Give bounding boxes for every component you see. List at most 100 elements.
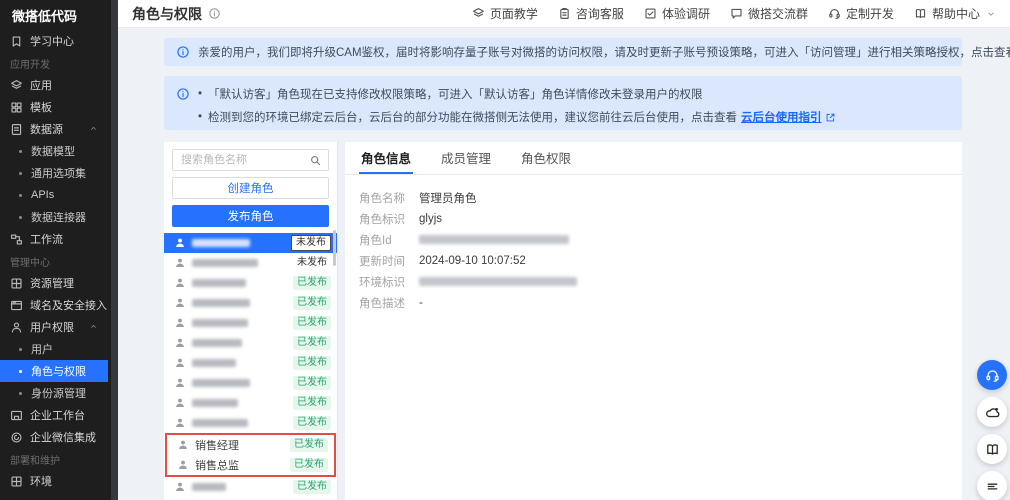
- bookmark-icon: [12, 35, 21, 47]
- role-list-item[interactable]: 已发布: [164, 333, 337, 353]
- book-icon: [915, 9, 926, 18]
- role-list-item[interactable]: 销售经理 已发布: [167, 435, 334, 455]
- person-icon: [176, 298, 184, 308]
- sidebar-item-apis[interactable]: APIs: [0, 184, 111, 206]
- nav-label: 微搭交流群: [747, 7, 808, 21]
- cam-upgrade-banner: 亲爱的用户，我们即将升级CAM鉴权，届时将影响存量子账号对微搭的访问权限，请及时…: [164, 38, 1010, 66]
- workflow-icon: [11, 233, 22, 245]
- detail-tabs: 角色信息 成员管理 角色权限: [345, 142, 962, 175]
- tab-role-permissions[interactable]: 角色权限: [519, 142, 573, 174]
- sidebar-item-resource-management[interactable]: 资源管理: [0, 272, 111, 294]
- status-badge: 已发布: [293, 316, 331, 330]
- headset-icon: [985, 369, 999, 382]
- banner-text: 亲爱的用户，我们即将升级CAM鉴权，届时将影响存量子账号对微搭的访问权限，请及时…: [198, 47, 1010, 59]
- sidebar-section-label: 部署和维护: [10, 455, 60, 467]
- search-icon[interactable]: [309, 154, 322, 167]
- redacted-role-name: [192, 259, 258, 267]
- fab-service-button[interactable]: [977, 360, 1007, 390]
- field-role-id: 角色Id: [359, 229, 948, 250]
- fab-cloud-button[interactable]: [977, 397, 1007, 427]
- role-list-item[interactable]: 已发布: [164, 393, 337, 413]
- person-icon: [176, 378, 184, 388]
- nav-custom-dev[interactable]: 定制开发: [828, 5, 894, 22]
- sidebar-item-enterprise-workspace[interactable]: 企业工作台: [0, 404, 111, 426]
- info-circle-icon: [176, 45, 190, 59]
- role-name: 销售总监: [195, 460, 239, 472]
- status-badge: 已发布: [293, 296, 331, 310]
- sidebar-item-learning-center[interactable]: 学习中心: [0, 30, 111, 52]
- notice-bullet-2: • 检测到您的环境已绑定云后台，云后台的部分功能在微搭侧无法使用，建议您前往云后台…: [198, 109, 836, 125]
- sidebar-item-users[interactable]: 用户: [0, 338, 111, 360]
- role-list-item[interactable]: 未发布: [164, 233, 337, 253]
- sidebar-item-label: 数据连接器: [31, 212, 86, 224]
- role-list-panel: 创建角色 发布角色 未发布未发布已发布已发布已发布已发布已发布已发布已发布已发布…: [164, 142, 338, 500]
- status-badge: 已发布: [293, 356, 331, 370]
- sidebar-item-user-permissions[interactable]: 用户权限: [0, 316, 111, 338]
- person-icon: [176, 318, 184, 328]
- role-list-item[interactable]: 已发布: [164, 413, 337, 433]
- publish-role-button[interactable]: 发布角色: [172, 205, 329, 227]
- role-list-item[interactable]: 已发布: [164, 477, 337, 497]
- sidebar-item-domain-security[interactable]: 域名及安全接入: [0, 294, 111, 316]
- sidebar-item-apps[interactable]: 应用: [0, 74, 111, 96]
- bullet-dot-icon: [19, 171, 22, 175]
- sidebar-item-workflow[interactable]: 工作流: [0, 228, 111, 250]
- top-nav: 页面教学 咨询客服 体验调研 微搭交流群 定制开发 帮助中心: [472, 5, 996, 22]
- sidebar-item-options-set[interactable]: 通用选项集: [0, 162, 111, 184]
- field-label: 角色Id: [359, 234, 392, 247]
- search-input[interactable]: [173, 150, 328, 170]
- sidebar-item-data-model[interactable]: 数据模型: [0, 140, 111, 162]
- sidebar-item-label: 企业微信集成: [30, 432, 96, 444]
- list-scrollbar-thumb[interactable]: [333, 230, 336, 266]
- nav-community-group[interactable]: 微搭交流群: [730, 5, 808, 22]
- bullet-dot-icon: [19, 347, 22, 351]
- person-icon: [179, 460, 187, 470]
- sidebar-item-label: 数据模型: [31, 146, 75, 158]
- nav-help-center[interactable]: 帮助中心: [914, 5, 996, 22]
- person-icon: [176, 338, 184, 348]
- create-role-button[interactable]: 创建角色: [172, 177, 329, 199]
- cloud-backend-guide-link[interactable]: 云后台使用指引: [741, 109, 836, 125]
- role-list-item[interactable]: 已发布: [164, 353, 337, 373]
- sidebar-item-datasources[interactable]: 数据源: [0, 118, 111, 140]
- field-role-key: 角色标识 glyjs: [359, 208, 948, 229]
- role-name: 销售经理: [195, 440, 239, 452]
- tab-role-info[interactable]: 角色信息: [359, 142, 414, 174]
- fab-feedback-button[interactable]: [977, 471, 1007, 500]
- role-list-item[interactable]: 销售总监 已发布: [167, 455, 334, 475]
- layers-icon: [472, 8, 484, 17]
- sidebar-item-roles-permissions[interactable]: 角色与权限: [0, 360, 108, 382]
- sidebar-item-label: 企业工作台: [30, 410, 85, 422]
- role-list-item[interactable]: 已发布: [164, 313, 337, 333]
- role-list-item[interactable]: 已发布: [164, 373, 337, 393]
- sidebar-item-identity-sources[interactable]: 身份源管理: [0, 382, 111, 404]
- role-list-item[interactable]: 已发布: [164, 293, 337, 313]
- sidebar-item-environment[interactable]: 环境: [0, 470, 111, 492]
- nav-label: 帮助中心: [931, 7, 980, 21]
- sidebar-item-wecom-integration[interactable]: 企业微信集成: [0, 426, 111, 448]
- person-icon: [179, 440, 187, 450]
- nav-survey[interactable]: 体验调研: [644, 5, 710, 22]
- redacted-role-name: [192, 483, 226, 491]
- grid-icon: [11, 475, 22, 487]
- bullet-dot-icon: [19, 193, 22, 197]
- tab-member-management[interactable]: 成员管理: [439, 142, 493, 174]
- role-list-item[interactable]: 未发布: [164, 253, 337, 273]
- redacted-role-name: [192, 379, 250, 387]
- fab-docs-button[interactable]: [977, 434, 1007, 464]
- role-list-item[interactable]: 已发布: [164, 273, 337, 293]
- sidebar-item-label: 角色与权限: [31, 366, 86, 378]
- sidebar-item-data-connector[interactable]: 数据连接器: [0, 206, 111, 228]
- sidebar-item-label: 通用选项集: [31, 168, 86, 180]
- field-env-id: 环境标识: [359, 271, 948, 292]
- redacted-value: [419, 235, 569, 244]
- nav-page-tutorial[interactable]: 页面教学: [472, 5, 538, 22]
- info-circle-icon: [176, 87, 190, 101]
- survey-icon: [645, 8, 656, 19]
- field-label: 环境标识: [359, 276, 405, 289]
- person-icon: [176, 258, 184, 268]
- status-badge: 已发布: [293, 336, 331, 350]
- sidebar-item-templates[interactable]: 模板: [0, 96, 111, 118]
- nav-customer-service[interactable]: 咨询客服: [558, 5, 624, 22]
- info-icon[interactable]: [208, 7, 221, 20]
